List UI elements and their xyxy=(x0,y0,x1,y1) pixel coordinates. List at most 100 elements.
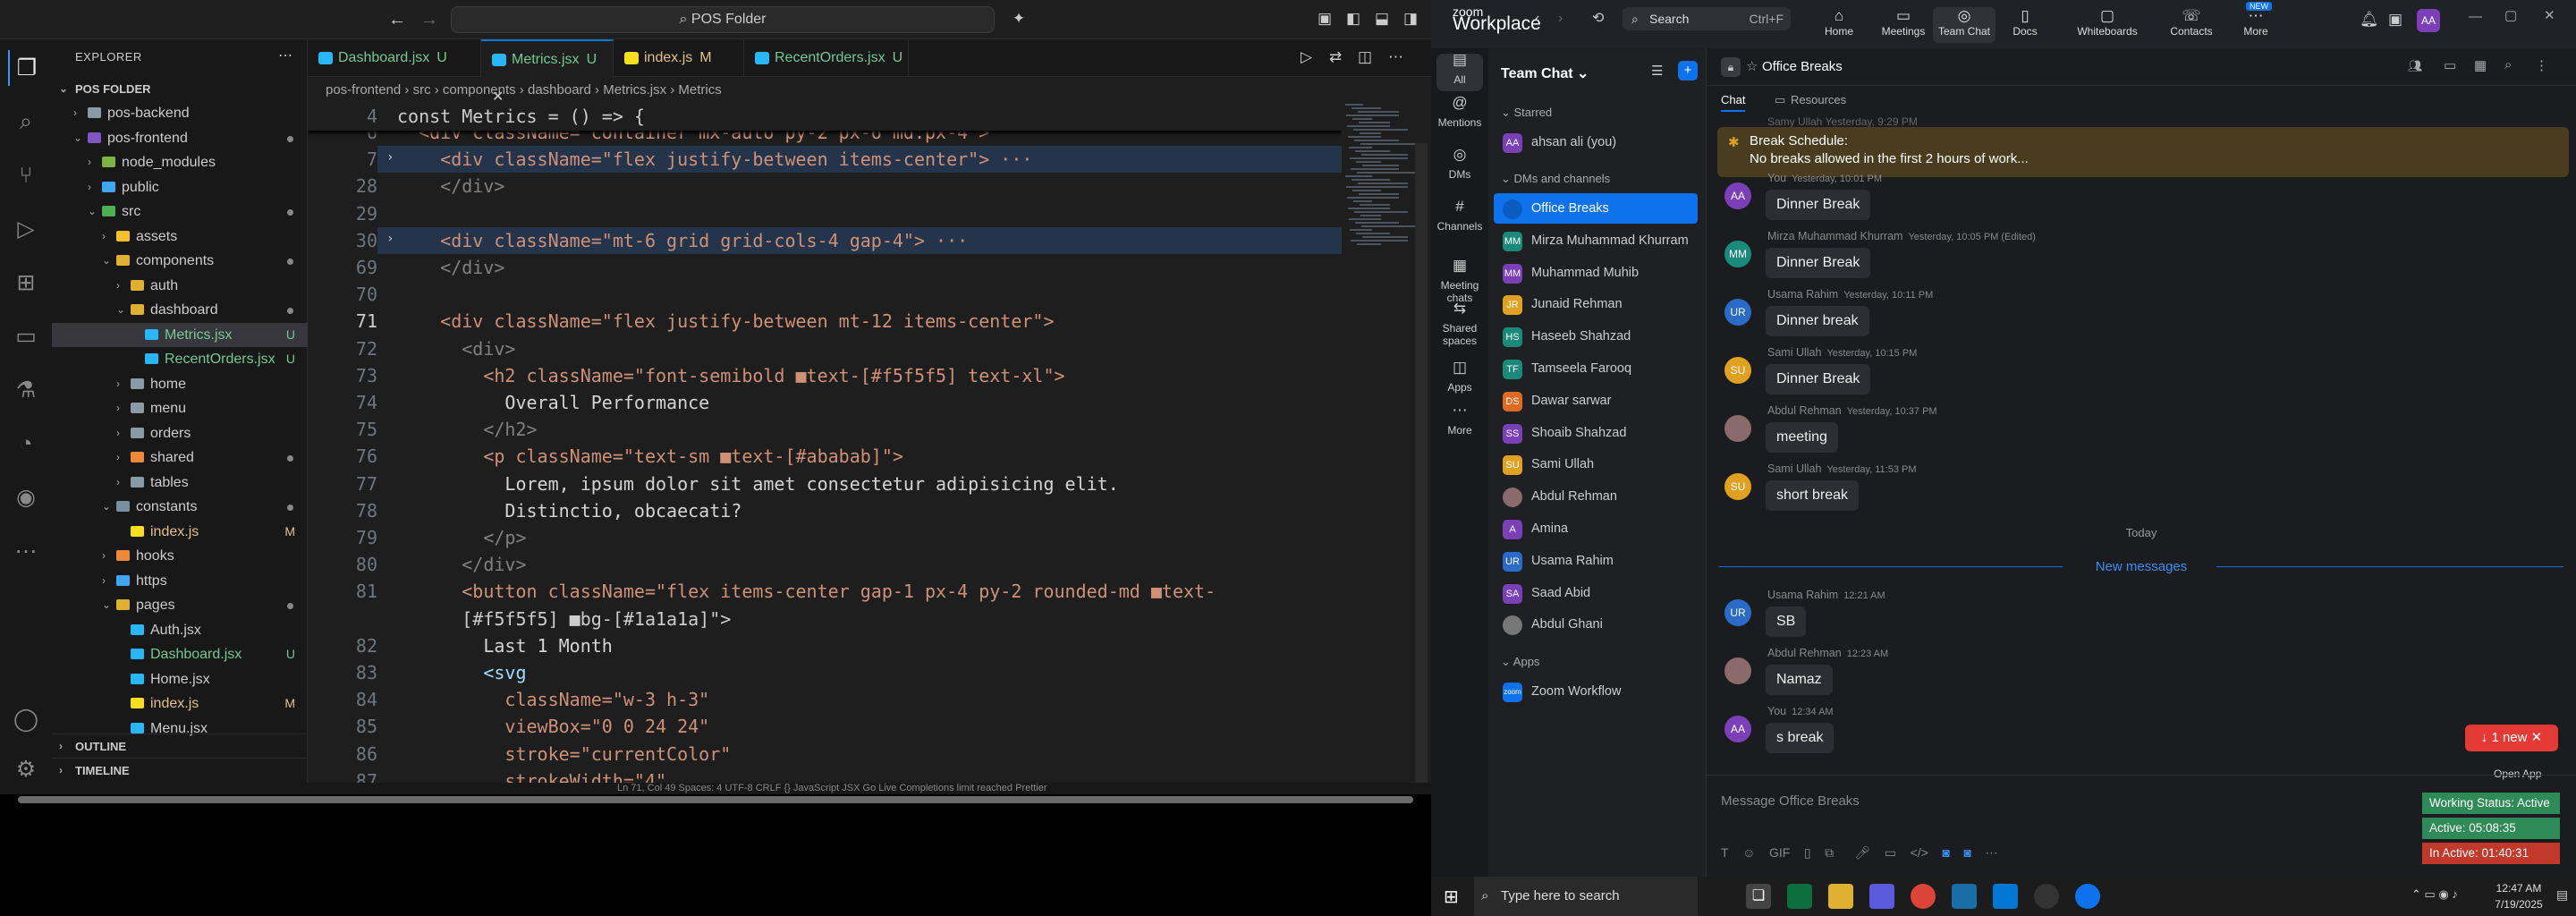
task-view-icon[interactable]: ❏ xyxy=(1746,884,1771,909)
docker-icon[interactable]: ◉ xyxy=(8,479,44,515)
tree-folder[interactable]: › shared xyxy=(52,445,308,470)
rail-dms[interactable]: ◎ DMs xyxy=(1431,147,1488,186)
tab-index-js[interactable]: index.js M xyxy=(614,39,744,77)
nav-meetings[interactable]: ▭ Meetings xyxy=(1872,7,1935,38)
tree-file[interactable]: RecentOrders.jsx U xyxy=(52,347,308,371)
tree-folder[interactable]: › tables xyxy=(52,471,308,495)
windows-start-icon[interactable]: ⊞ xyxy=(1444,886,1459,908)
rail-more[interactable]: ⋯ More xyxy=(1431,403,1488,442)
avatar[interactable] xyxy=(1724,415,1751,442)
layout-icon[interactable]: ▣ xyxy=(1315,9,1335,29)
zoom-taskbar-icon[interactable] xyxy=(2075,884,2100,909)
fold-chevron-icon[interactable]: › xyxy=(386,150,394,165)
nav-docs[interactable]: ▯ Docs xyxy=(1994,7,2056,38)
nav-contacts[interactable]: ☏ Contacts xyxy=(2160,7,2223,38)
sender-name[interactable]: You xyxy=(1767,172,1786,184)
sender-name[interactable]: Sami Ullah xyxy=(1767,346,1821,359)
chrome-icon[interactable] xyxy=(1911,884,1936,909)
rail-apps[interactable]: ◫ Apps xyxy=(1431,360,1488,399)
nav-more[interactable]: ⋯ More NEW xyxy=(2224,2,2287,38)
calendar-icon[interactable]: ▣ xyxy=(2388,11,2402,29)
chat-list-item[interactable]: SS Shoaib Shahzad xyxy=(1494,418,1698,448)
taskbar-search[interactable]: ⌕ Type here to search xyxy=(1474,877,1698,916)
tree-folder[interactable]: › hooks xyxy=(52,544,308,568)
chat-list-item[interactable]: A Amina xyxy=(1494,513,1698,544)
tree-file[interactable]: Auth.jsx xyxy=(52,618,308,642)
sender-name[interactable]: You xyxy=(1767,705,1786,717)
command-center[interactable]: ⌕ POS Folder xyxy=(451,6,995,33)
forward-icon[interactable]: › xyxy=(1558,11,1563,27)
more-actions-icon[interactable]: ⋯ xyxy=(278,47,292,64)
edge-icon[interactable] xyxy=(1787,884,1812,909)
chat-message[interactable]: UR Usama Rahim 12:21 AM SB xyxy=(1707,589,2576,646)
github-icon[interactable] xyxy=(2034,884,2059,909)
chat-list-item[interactable]: AA ahsan ali (you) xyxy=(1494,127,1698,157)
tree-folder[interactable]: › auth xyxy=(52,274,308,298)
section-header[interactable]: ⌄ Apps xyxy=(1501,651,1539,673)
chat-message[interactable]: AA You 12:34 AM s break xyxy=(1707,705,2576,762)
tree-file[interactable]: Dashboard.jsx U xyxy=(52,642,308,666)
horizontal-scrollbar[interactable] xyxy=(18,796,1413,803)
code-icon[interactable]: </> xyxy=(1911,845,1928,860)
vscode-icon[interactable] xyxy=(1993,884,2018,909)
back-arrow-icon[interactable]: ← xyxy=(388,7,406,32)
tree-folder[interactable]: › pos-backend xyxy=(52,101,308,125)
outline-section[interactable]: › OUTLINE xyxy=(52,734,308,758)
notification-icon[interactable]: ▤ xyxy=(2556,887,2568,903)
sender-name[interactable]: Sami Ullah xyxy=(1767,462,1821,475)
tree-folder[interactable]: › menu xyxy=(52,396,308,420)
avatar[interactable]: UR xyxy=(1724,599,1751,626)
chat-list-item[interactable]: HS Haseeb Shahzad xyxy=(1494,321,1698,352)
avatar[interactable]: MM xyxy=(1724,241,1751,267)
tree-folder[interactable]: ⌄ dashboard xyxy=(52,298,308,322)
tree-file[interactable]: index.js M xyxy=(52,520,308,544)
app-icon[interactable]: ◙ xyxy=(1942,845,1949,860)
clock[interactable]: 12:47 AM 7/19/2025 xyxy=(2490,880,2547,912)
avatar[interactable]: AA xyxy=(1724,716,1751,742)
tree-folder[interactable]: › public xyxy=(52,175,308,199)
rail-mentions[interactable]: @ Mentions xyxy=(1431,95,1488,134)
chat-message[interactable]: SU Sami Ullah Yesterday, 10:15 PM Dinner Br… xyxy=(1707,346,2576,403)
chat-list-item[interactable]: Abdul Ghani xyxy=(1494,609,1698,640)
pinned-banner[interactable]: ✱ Break Schedule: No breaks allowed in t… xyxy=(1717,127,2569,177)
filter-icon[interactable]: ☰ xyxy=(1651,63,1663,79)
sender-name[interactable]: Abdul Rehman xyxy=(1767,404,1842,417)
compare-icon[interactable]: ⇄ xyxy=(1329,48,1342,66)
maximize-icon[interactable]: ▢ xyxy=(2504,7,2517,23)
search-icon[interactable]: ⌕ xyxy=(8,104,44,140)
tree-file[interactable]: Home.jsx xyxy=(52,667,308,691)
chat-list-item[interactable]: Office Breaks xyxy=(1494,193,1698,224)
sender-name[interactable]: Usama Rahim xyxy=(1767,589,1838,601)
source-control-icon[interactable]: ⑂ xyxy=(8,157,44,193)
testing-icon[interactable]: ⚗ xyxy=(8,372,44,408)
video-call-icon[interactable]: ▭ xyxy=(2444,57,2456,73)
history-icon[interactable]: ⟲ xyxy=(1592,9,1604,27)
video-message-icon[interactable]: ▭ xyxy=(1885,845,1896,860)
fold-chevron-icon[interactable]: › xyxy=(386,232,394,246)
chat-list-item[interactable]: zoom Zoom Workflow xyxy=(1494,676,1698,707)
tree-file[interactable]: index.js M xyxy=(52,691,308,716)
mic-icon[interactable]: 🎤︎ xyxy=(1855,845,1871,860)
chat-list-item[interactable]: Abdul Rehman xyxy=(1494,481,1698,512)
rail-shared-spaces[interactable]: ⇆ Shared spaces xyxy=(1431,301,1488,347)
chat-message[interactable]: MM Mirza Muhammad Khurram Yesterday, 10:05… xyxy=(1707,230,2576,287)
chat-calendar-icon[interactable]: ▦ xyxy=(2474,57,2487,73)
chat-message[interactable]: UR Usama Rahim Yesterday, 10:11 PM Dinner b… xyxy=(1707,288,2576,345)
star-icon[interactable]: ☆ xyxy=(1746,58,1758,74)
explorer-icon[interactable]: ❐ xyxy=(8,50,44,86)
nav-whiteboards[interactable]: ▢ Whiteboards xyxy=(2076,7,2139,38)
avatar[interactable]: UR xyxy=(1724,299,1751,326)
members-icon[interactable]: 👥︎ xyxy=(2408,59,2423,73)
back-icon[interactable]: ‹ xyxy=(1535,11,1539,27)
sticky-scroll[interactable]: 4 const Metrics = () => { xyxy=(308,104,1342,131)
split-editor-icon[interactable]: ◫ xyxy=(1358,48,1372,66)
tree-folder[interactable]: ⌄ pos-frontend xyxy=(52,126,308,150)
nav-home[interactable]: ⌂ Home xyxy=(1808,7,1870,38)
sender-name[interactable]: Usama Rahim xyxy=(1767,288,1838,301)
timeline-section[interactable]: › TIMELINE xyxy=(52,758,308,782)
tree-folder[interactable]: ⌄ components xyxy=(52,249,308,273)
tree-folder[interactable]: › orders xyxy=(52,421,308,445)
file-explorer-icon[interactable] xyxy=(1828,884,1853,909)
new-chat-icon[interactable]: + xyxy=(1678,61,1698,81)
rail-meeting-chats[interactable]: ▦ Meeting chats xyxy=(1431,258,1488,304)
